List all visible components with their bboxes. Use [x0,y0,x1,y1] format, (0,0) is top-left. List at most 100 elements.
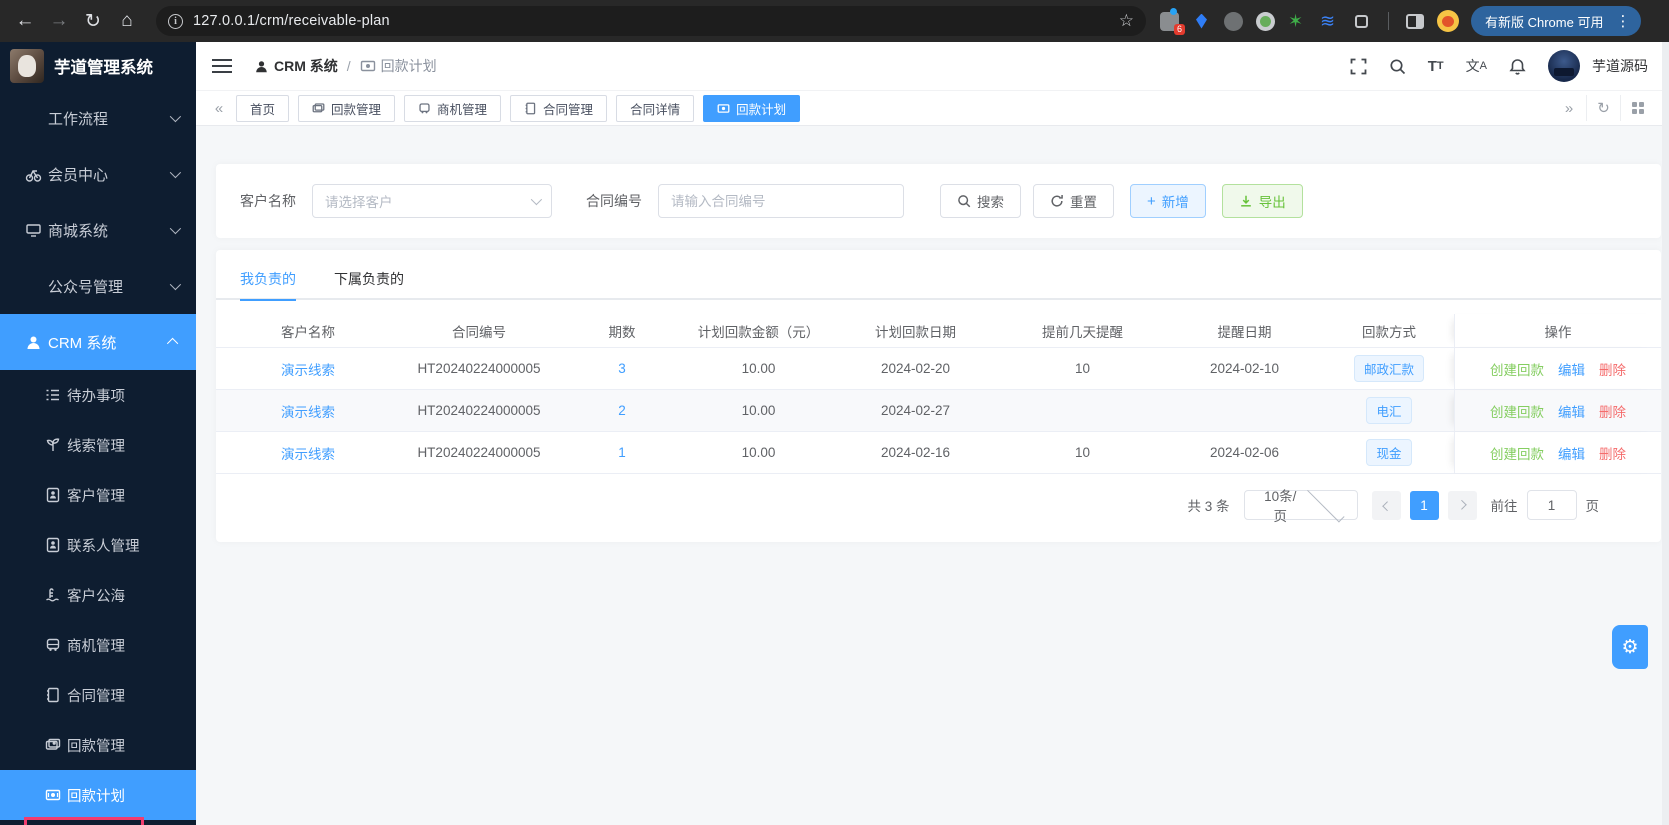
navbar-actions: TT 文A 芋道源码 [1350,50,1648,82]
col-customer-name: 客户名称 [281,324,335,340]
customer-link[interactable]: 演示线索 [216,401,400,421]
create-payment-link[interactable]: 创建回款 [1490,359,1544,379]
browser-forward-button[interactable]: → [42,4,76,38]
sidebar-item-payment-management[interactable]: 回款管理 [0,720,196,770]
extensions-puzzle-icon[interactable] [1352,12,1371,31]
breadcrumb: CRM 系统 / 回款计划 [254,56,437,76]
collapse-sidebar-icon[interactable] [212,59,232,73]
browser-profile-avatar[interactable] [1437,10,1459,32]
notification-bell-icon[interactable] [1509,58,1526,75]
customer-select[interactable]: 请选择客户 [312,184,552,218]
site-info-icon[interactable]: i [168,13,183,29]
sidebar-item-todo[interactable]: 待办事项 [0,370,196,420]
period-link[interactable]: 1 [558,445,686,460]
extension-icon[interactable] [1288,12,1307,31]
tag-options-grid-icon[interactable] [1620,95,1654,121]
table-row: 演示线索 HT20240224000005 3 10.00 2024-02-20… [216,348,1661,390]
page-number-button[interactable]: 1 [1409,490,1439,520]
table-header-row: 客户名称 合同编号 期数 计划回款金额（元） 计划回款日期 提前几天提醒 提醒日… [216,314,1661,348]
browser-menu-icon[interactable]: ⋮ [1611,12,1635,30]
delete-link[interactable]: 删除 [1599,401,1626,421]
tag-receivable-plan[interactable]: 回款计划 [703,94,801,122]
create-payment-link[interactable]: 创建回款 [1490,401,1544,421]
page-size-select[interactable]: 10条/页 [1243,485,1358,524]
translate-icon[interactable]: 文A [1466,56,1487,76]
export-button[interactable]: 导出 [1221,184,1303,218]
period-link[interactable]: 3 [558,361,686,376]
plus-icon: + [1147,192,1156,210]
sidebar-item-receivable-plan[interactable]: 回款计划 [0,770,196,820]
edit-link[interactable]: 编辑 [1558,401,1585,421]
fullscreen-icon[interactable] [1350,58,1367,75]
col-plan-date: 计划回款日期 [875,324,956,340]
prev-page-button[interactable] [1371,490,1401,520]
sidebar-item-mall-system[interactable]: 商城系统 [0,202,196,258]
font-size-icon[interactable]: TT [1428,58,1444,75]
sidebar-item-contract-management[interactable]: 合同管理 [0,670,196,720]
sidebar-item-customer-management[interactable]: 客户管理 [0,470,196,520]
settings-gear-button[interactable]: ⚙ [1612,625,1648,669]
tags-scroll-left-icon[interactable]: « [208,100,230,117]
username[interactable]: 芋道源码 [1592,56,1648,76]
sidebar-item-contact-management[interactable]: 联系人管理 [0,520,196,570]
edit-link[interactable]: 编辑 [1558,443,1585,463]
user-avatar[interactable] [1548,50,1580,82]
add-button[interactable]: + 新增 [1130,184,1206,218]
table-row: 演示线索 HT20240224000005 2 10.00 2024-02-27… [216,390,1661,432]
search-button[interactable]: 搜索 [940,184,1021,218]
bookmark-star-icon[interactable]: ☆ [1119,11,1134,31]
edit-link[interactable]: 编辑 [1558,359,1585,379]
delete-link[interactable]: 删除 [1599,443,1626,463]
goto-page-input[interactable] [1526,490,1577,520]
tag-contract-management[interactable]: 合同管理 [510,94,608,122]
extension-icon[interactable] [1224,11,1243,31]
browser-back-button[interactable]: ← [8,4,42,38]
tag-payment-management[interactable]: 回款管理 [298,94,396,122]
refresh-page-icon[interactable]: ↻ [1586,95,1620,121]
col-plan-amount: 计划回款金额（元） [697,324,820,340]
refresh-icon [1050,194,1064,208]
side-panel-icon[interactable] [1406,13,1424,29]
address-bar[interactable]: i 127.0.0.1/crm/receivable-plan ☆ [156,6,1146,36]
url-text[interactable]: 127.0.0.1/crm/receivable-plan [193,13,1119,29]
sidebar-item-crm-system[interactable]: CRM 系统 [0,314,196,370]
customer-link[interactable]: 演示线索 [216,359,400,379]
tab-subordinate[interactable]: 下属负责的 [334,259,404,299]
tags-scroll-right-icon[interactable]: » [1552,95,1586,121]
sidebar-item-opportunity-management[interactable]: 商机管理 [0,620,196,670]
sidebar-item-clue-management[interactable]: 线索管理 [0,420,196,470]
chrome-update-chip[interactable]: 有新版 Chrome 可用 ⋮ [1471,6,1642,36]
tag-controls: » ↻ [1552,95,1654,121]
next-page-button[interactable] [1447,490,1477,520]
reset-button[interactable]: 重置 [1033,184,1114,218]
page-scrollbar[interactable] [1662,42,1669,825]
contract-no-input[interactable] [658,184,904,218]
sidebar-item-member-center[interactable]: 会员中心 [0,146,196,202]
browser-home-button[interactable]: ⌂ [110,4,144,38]
chevron-down-icon [169,222,182,235]
tab-mine[interactable]: 我负责的 [240,259,296,301]
delete-link[interactable]: 删除 [1599,359,1626,379]
mall-icon [25,222,48,239]
chevron-right-icon [1456,499,1467,510]
download-icon [1239,194,1253,208]
browser-reload-button[interactable]: ↻ [76,4,110,38]
app-logo[interactable]: 芋道管理系统 [0,42,196,90]
tag-contract-detail[interactable]: 合同详情 [616,94,695,122]
extension-icon[interactable] [1256,11,1275,31]
method-badge: 电汇 [1366,397,1412,424]
breadcrumb-section[interactable]: CRM 系统 [274,56,338,76]
extension-icon[interactable] [1320,12,1339,31]
tag-opportunity-management[interactable]: 商机管理 [404,94,502,122]
tag-home[interactable]: 首页 [236,94,290,122]
extension-icon[interactable]: 6 [1160,7,1185,35]
create-payment-link[interactable]: 创建回款 [1490,443,1544,463]
sidebar-item-official-account[interactable]: 公众号管理 [0,258,196,314]
search-icon[interactable] [1389,58,1406,75]
period-link[interactable]: 2 [558,403,686,418]
sidebar-item-customer-pool[interactable]: 客户公海 [0,570,196,620]
sidebar-item-workflow[interactable]: 工作流程 [0,90,196,146]
customer-link[interactable]: 演示线索 [216,443,400,463]
extension-icon[interactable] [1192,12,1211,31]
browser-toolbar: ← → ↻ ⌂ i 127.0.0.1/crm/receivable-plan … [0,0,1669,42]
